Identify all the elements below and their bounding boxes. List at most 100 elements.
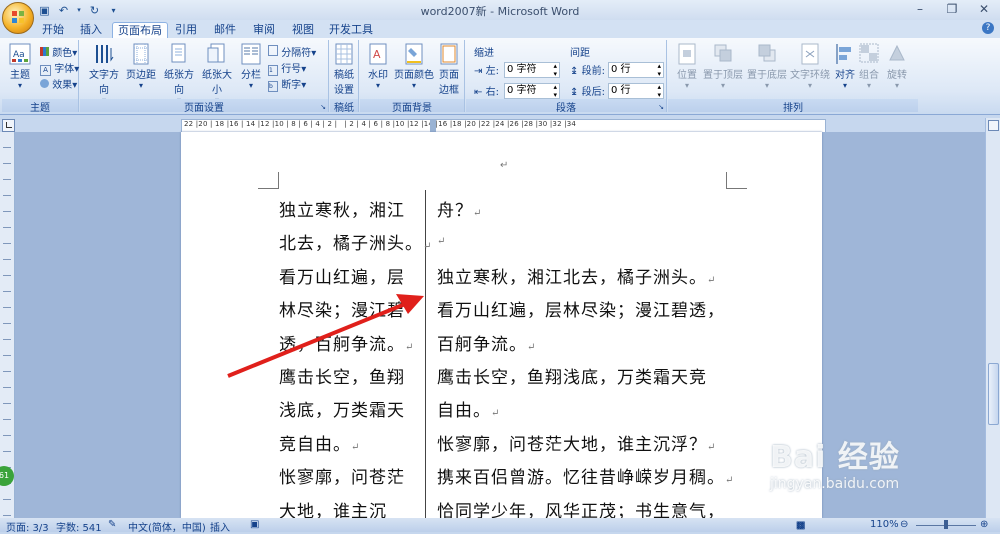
position-button[interactable]: 位置 ▾ [672,42,702,90]
page-setup-group: 文字方向▾ 页边距▾ 纸张方向▾ 纸张大小▾ 分栏▾ 分隔符▾ 1 行号▾ b … [80,40,329,114]
indent-left-input[interactable]: 0 字符 ▴ ▾ [504,62,560,78]
line-text: 竞自由。 [279,434,351,455]
size-button[interactable]: 纸张大小▾ [198,42,236,105]
fonts-label: 字体 [54,64,75,75]
spinner-icon[interactable]: ▴ ▾ [657,83,661,99]
rotate-button[interactable]: 旋转 ▾ [884,42,910,90]
horizontal-ruler[interactable]: 22 |20 | 18 |16 | 14 |12 |10 | 8 | 6 | 4… [181,119,826,133]
group-button[interactable]: 组合 ▾ [856,42,882,90]
zoom-level[interactable]: 110% [870,519,899,530]
tab-references[interactable]: 引用 [172,22,200,38]
status-bar: 页面: 3/3 字数: 541 ✎ 中文(简体，中国) 插入 ▣ ▤ ▥ ▦ ▧… [0,518,1000,534]
tab-selector[interactable] [2,119,15,132]
paragraph-mark: ↵ [437,236,447,248]
paragraph-launcher-icon[interactable]: ↘ [658,103,664,111]
right-column-line: 自由。↵ [437,396,500,421]
tab-developer[interactable]: 开发工具 [326,22,376,38]
zoom-slider-thumb[interactable] [944,520,948,529]
vertical-scrollbar[interactable] [985,118,1000,518]
breaks-button[interactable]: 分隔符▾ [268,44,316,59]
indent-left-icon: ⇥ [474,66,483,77]
bring-front-icon [714,44,732,62]
tab-view[interactable]: 视图 [288,22,318,38]
page-color-icon [405,43,423,65]
minimize-button[interactable]: – [904,0,936,20]
theme-effects-button[interactable]: 效果▾ [40,76,77,91]
paragraph-mark: ↵ [707,274,717,286]
paragraph-mark: ↵ [527,341,537,353]
vertical-ruler[interactable] [0,132,15,518]
hyphenation-button[interactable]: b 断字▾ [268,76,306,92]
fonts-icon: A [40,65,51,76]
theme-fonts-button[interactable]: A 字体▾ [40,60,79,76]
ruler-toggle-icon[interactable] [988,120,999,131]
tab-page-layout[interactable]: 页面布局 [112,22,168,39]
draft-icon[interactable]: ▨ [796,520,805,531]
paragraph-group-label: 段落 [466,99,666,114]
page-borders-button[interactable]: 页面 边框 [436,42,462,96]
indent-right-input[interactable]: 0 字符 ▴ ▾ [504,83,560,99]
paragraph-mark: ↵ [423,241,433,253]
macro-icon[interactable]: ▣ [250,519,259,530]
manuscript-icon [335,43,353,65]
themes-label: 主题 [10,70,30,81]
effects-label: 效果 [52,80,73,91]
indent-right-label: ⇤ 右: [474,83,499,98]
spacing-before-input[interactable]: 0 行 ▴ ▾ [608,62,664,78]
arrow-shaft [227,300,411,378]
zoom-in-icon[interactable]: ⊕ [980,519,988,530]
page-borders-label-2: 边框 [439,85,459,96]
tab-home[interactable]: 开始 [38,22,68,38]
zoom-out-icon[interactable]: ⊖ [900,519,908,530]
spacing-after-input[interactable]: 0 行 ▴ ▾ [608,83,664,99]
spinner-icon[interactable]: ▴ ▾ [657,62,661,78]
bring-to-front-button[interactable]: 置于顶层 ▾ [702,42,744,90]
page-color-button[interactable]: 页面颜色 ▾ [394,42,434,90]
manuscript-settings-button[interactable]: 稿纸 设置 [330,42,358,96]
spacing-after-label: ↨ 段后: [570,83,605,98]
line-numbers-button[interactable]: 1 行号▾ [268,60,306,76]
text-direction-icon [96,45,114,63]
tab-review[interactable]: 审阅 [249,22,279,38]
align-button[interactable]: 对齐 ▾ [832,42,858,90]
spinner-icon[interactable]: ▴ ▾ [553,83,557,99]
send-back-label: 置于底层 [747,70,787,81]
page-setup-group-label: 页面设置 [80,99,328,114]
margins-label: 页边距 [126,70,156,81]
restore-button[interactable]: ❐ [936,0,968,20]
spinner-icon[interactable]: ▴ ▾ [553,62,557,78]
columns-label: 分栏 [241,70,261,81]
spacing-after-text: 段后: [581,87,605,98]
baidu-watermark: Bai 经验 jingyan.baidu.com [770,432,900,492]
column-marker-icon[interactable] [430,120,436,132]
page-setup-launcher-icon[interactable]: ↘ [320,103,326,111]
breaks-icon [268,45,278,56]
align-icon [836,44,851,64]
left-column-line: 看万山红遍，层 [279,263,405,288]
right-column-line: 怅寥廓，问苍茫大地，谁主沉浮？↵ [437,430,716,455]
orientation-button[interactable]: 纸张方向▾ [160,42,198,105]
proofing-icon[interactable]: ✎ [108,519,116,530]
line-text: 独立寒秋，湘江北去，橘子洲头。 [437,267,707,288]
themes-button[interactable]: Aa 主题 ▾ [4,42,36,90]
send-to-back-button[interactable]: 置于底层 ▾ [746,42,788,90]
watermark-button[interactable]: A 水印 ▾ [364,42,392,90]
paragraph-mark: ↵ [707,441,717,453]
office-button[interactable] [2,2,34,34]
theme-colors-button[interactable]: 颜色▾ [40,44,77,59]
tab-mailings[interactable]: 邮件 [210,22,240,38]
line-text: 舟？ [437,201,473,221]
hyphenation-label: 断字 [281,80,302,91]
help-icon[interactable]: ? [982,22,994,34]
margins-button[interactable]: 页边距 ▾ [124,42,158,90]
line-text: 独立寒秋，湘江 [279,201,405,221]
annotation-arrow [227,294,424,378]
close-button[interactable]: ✕ [968,0,1000,20]
text-wrapping-button[interactable]: 文字环绕 ▾ [788,42,832,90]
text-direction-button[interactable]: 文字方向▾ [86,42,122,105]
columns-button[interactable]: 分栏 ▾ [238,42,264,90]
tab-insert[interactable]: 插入 [76,22,106,38]
scrollbar-thumb[interactable] [988,363,999,425]
margin-corner-right [726,172,747,189]
colors-label: 颜色 [52,48,73,59]
